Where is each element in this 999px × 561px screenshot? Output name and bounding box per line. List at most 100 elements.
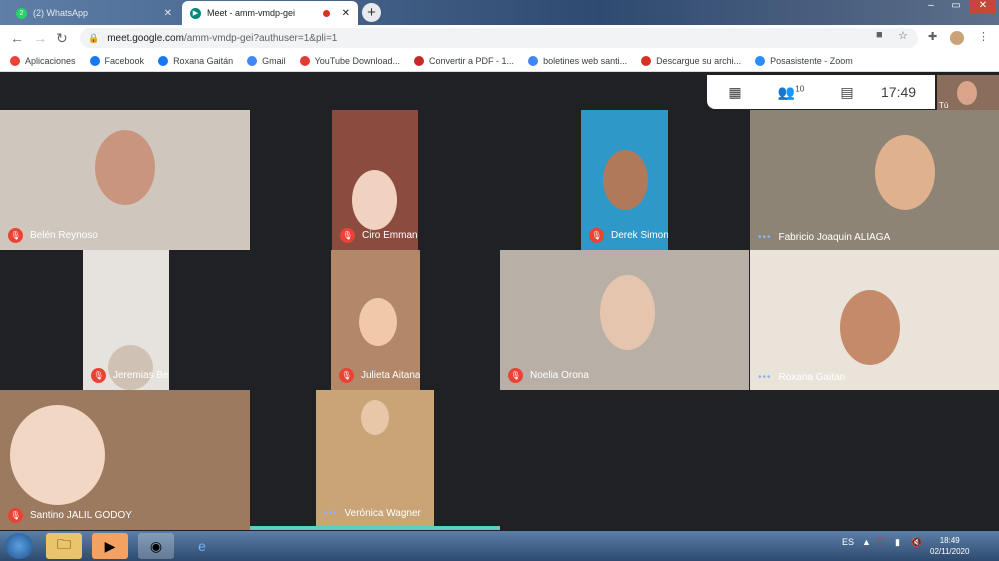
participant-video: [10, 405, 105, 505]
participant-label: ••• Fabricio Joaquin ALIAGA: [758, 232, 890, 243]
speaking-icon: •••: [758, 372, 772, 383]
speaking-icon: •••: [324, 508, 338, 519]
people-button[interactable]: 👥10: [763, 84, 819, 101]
bookmark-item[interactable]: Facebook: [89, 56, 144, 66]
pdf-icon: [414, 56, 425, 66]
meet-top-bar: ▦ 👥10 ▤ 17:49: [707, 75, 935, 109]
extensions-icon[interactable]: ✚: [928, 30, 937, 43]
bookmark-item[interactable]: Posasistente - Zoom: [755, 56, 853, 66]
participant-tile[interactable]: ••• Fabricio Joaquin ALIAGA: [750, 110, 999, 250]
bookmark-label: Roxana Gaitán: [173, 56, 234, 66]
language-indicator[interactable]: ES: [842, 537, 854, 547]
network-icon[interactable]: ▮: [895, 537, 900, 548]
no-icon: [641, 56, 652, 66]
participant-name: Jeremias Benjamin SANCHEZ: [113, 370, 169, 381]
apps-icon: [10, 56, 20, 66]
participant-tile[interactable]: 🎙 Jeremias Benjamin SANCHEZ: [83, 250, 169, 390]
tab-whatsapp[interactable]: 2 (2) WhatsApp ✕: [8, 1, 180, 25]
maximize-button[interactable]: ▭: [945, 0, 967, 14]
self-view[interactable]: Tú: [937, 75, 999, 112]
participant-tile[interactable]: 🎙 Derek Simon Aquiles GIACOBBE: [581, 110, 668, 250]
participant-label: 🎙 Ciro Emmanuel BARRERA CORREA: [340, 228, 418, 243]
meet-grid: ▦ 👥10 ▤ 17:49 Tú 🎙 Belén Reynoso 🎙 Ciro Emm…: [0, 72, 999, 531]
participant-tile[interactable]: ••• Roxana Gaitan: [750, 250, 999, 390]
participant-video: [352, 170, 397, 230]
participant-tile[interactable]: ••• Verónica Wagner: [316, 390, 434, 526]
minimize-button[interactable]: –: [920, 0, 942, 14]
participant-tile[interactable]: 🎙 Santino JALIL GODOY: [0, 390, 250, 530]
new-tab-button[interactable]: +: [362, 3, 381, 22]
tab-meet[interactable]: ▶ Meet - amm-vmdp-gei ✕: [182, 1, 358, 25]
grid-icon[interactable]: ▦: [707, 84, 763, 101]
active-speaker-indicator: [250, 526, 500, 530]
meeting-clock: 17:49: [881, 84, 917, 100]
whatsapp-icon: 2: [16, 7, 27, 19]
meet-icon: ▶: [190, 7, 201, 19]
forward-icon[interactable]: →: [33, 30, 47, 46]
bookmark-label: Gmail: [262, 56, 286, 66]
system-clock[interactable]: 18:49 02/11/2020: [930, 535, 969, 557]
bookmark-item[interactable]: Roxana Gaitán: [158, 56, 233, 66]
participant-name: Santino JALIL GODOY: [30, 510, 132, 521]
participant-tile[interactable]: 🎙 Noelia Orona: [500, 250, 749, 390]
participant-tile[interactable]: 🎙 Ciro Emmanuel BARRERA CORREA: [332, 110, 418, 250]
browser-window: 2 (2) WhatsApp ✕ ▶ Meet - amm-vmdp-gei ✕…: [0, 0, 999, 561]
star-icon[interactable]: ☆: [898, 29, 908, 42]
antivirus-icon[interactable]: ⛉: [877, 537, 884, 548]
bookmarks-bar: Aplicaciones Facebook Roxana Gaitán Gmail Yo…: [0, 51, 999, 72]
mic-muted-icon: 🎙: [8, 228, 23, 243]
participant-video: [840, 290, 900, 365]
self-face: [957, 81, 977, 105]
download-icon: [299, 56, 310, 66]
url-path: /amm-vmdp-gei?authuser=1&pli=1: [183, 32, 338, 44]
chat-icon[interactable]: ▤: [819, 84, 875, 101]
bookmark-item[interactable]: Aplicaciones: [10, 56, 76, 66]
reload-icon[interactable]: ↻: [56, 30, 68, 46]
participant-label: 🎙 Jeremias Benjamin SANCHEZ: [91, 368, 169, 383]
participant-name: Julieta Aitana LUDUE�A: [361, 370, 420, 381]
facebook-icon: [158, 56, 169, 66]
participant-video: [359, 298, 397, 346]
close-icon[interactable]: ✕: [164, 8, 172, 19]
self-label: Tú: [939, 101, 949, 110]
internet-explorer-icon[interactable]: e: [184, 533, 220, 559]
participant-tile[interactable]: 🎙 Belén Reynoso: [0, 110, 250, 250]
chrome-icon[interactable]: ◉: [138, 533, 174, 559]
participant-label: 🎙 Santino JALIL GODOY: [8, 508, 132, 523]
menu-icon[interactable]: ⋮: [978, 30, 989, 43]
bookmark-item[interactable]: Gmail: [247, 56, 286, 66]
participant-tile[interactable]: 🎙 Julieta Aitana LUDUE�A: [331, 250, 420, 390]
close-icon[interactable]: ✕: [342, 8, 350, 19]
participant-video: [361, 400, 389, 435]
google-icon: [528, 56, 539, 66]
tab-strip: 2 (2) WhatsApp ✕ ▶ Meet - amm-vmdp-gei ✕…: [0, 0, 999, 25]
mic-muted-icon: 🎙: [91, 368, 106, 383]
media-player-icon[interactable]: ▶: [92, 533, 128, 559]
start-button[interactable]: [5, 533, 33, 559]
back-icon[interactable]: ←: [10, 30, 24, 46]
camera-icon[interactable]: ■: [876, 29, 883, 41]
close-window-button[interactable]: ✕: [970, 0, 996, 14]
avatar[interactable]: [950, 31, 964, 45]
participant-name: Ciro Emmanuel BARRERA CORREA: [362, 230, 418, 241]
browser-toolbar: ← → ↻ 🔒 meet.google.com/amm-vmdp-gei?aut…: [0, 25, 999, 51]
tray-arrow-icon[interactable]: ▲: [862, 537, 871, 547]
bookmark-item[interactable]: Convertir a PDF - 1...: [414, 56, 514, 66]
file-explorer-icon[interactable]: 🗀: [46, 533, 82, 559]
bookmark-item[interactable]: Descargue su archi...: [641, 56, 741, 66]
mic-muted-icon: 🎙: [508, 368, 523, 383]
bookmark-item[interactable]: boletines web santi...: [528, 56, 627, 66]
participant-label: 🎙 Derek Simon Aquiles GIACOBBE: [589, 228, 668, 243]
participant-count: 10: [795, 83, 805, 93]
google-icon: [247, 56, 258, 66]
bookmark-item[interactable]: YouTube Download...: [299, 56, 400, 66]
volume-icon[interactable]: 🔇: [911, 537, 922, 548]
mic-muted-icon: 🎙: [340, 228, 355, 243]
mic-muted-icon: 🎙: [589, 228, 604, 243]
mic-muted-icon: 🎙: [339, 368, 354, 383]
address-bar[interactable]: 🔒 meet.google.com/amm-vmdp-gei?authuser=…: [80, 28, 918, 48]
participant-video: [600, 275, 655, 350]
participant-video: [95, 130, 155, 205]
tab-title: (2) WhatsApp: [33, 8, 89, 18]
bookmark-label: Aplicaciones: [25, 56, 76, 66]
